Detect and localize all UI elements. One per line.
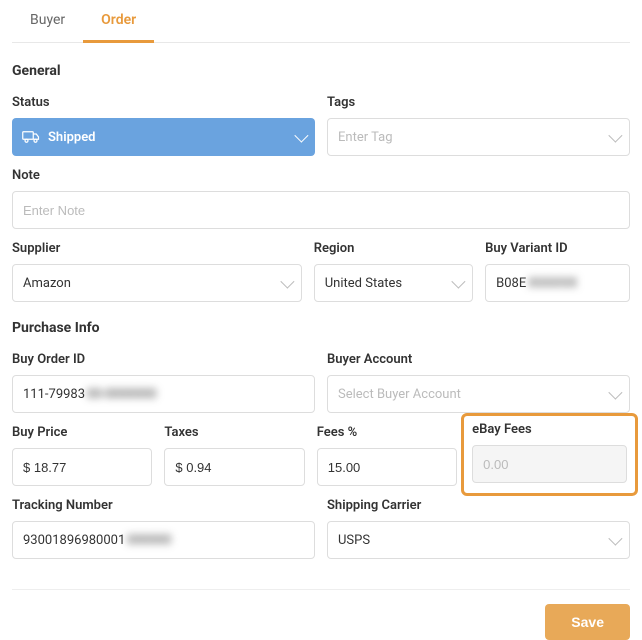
chevron-down-icon bbox=[294, 129, 308, 143]
truck-icon bbox=[22, 130, 40, 144]
footer: Save bbox=[12, 589, 630, 640]
tags-placeholder: Enter Tag bbox=[338, 130, 393, 145]
taxes-input[interactable] bbox=[164, 448, 304, 486]
label-region: Region bbox=[314, 241, 473, 256]
fees-pct-input[interactable] bbox=[317, 448, 457, 486]
label-taxes: Taxes bbox=[164, 425, 304, 440]
chevron-down-icon bbox=[608, 129, 622, 143]
chevron-down-icon bbox=[608, 532, 622, 546]
ebay-fees-input[interactable] bbox=[472, 445, 627, 483]
tab-order[interactable]: Order bbox=[83, 0, 154, 43]
buy-variant-id-prefix: B08E bbox=[496, 276, 526, 291]
status-value: Shipped bbox=[48, 130, 287, 145]
note-input[interactable] bbox=[12, 191, 630, 229]
tabs: Buyer Order bbox=[12, 0, 630, 43]
supplier-value: Amazon bbox=[23, 276, 71, 291]
buy-variant-id-input[interactable]: B08EXXXXXX bbox=[485, 264, 630, 302]
label-supplier: Supplier bbox=[12, 241, 302, 256]
shipping-carrier-value: USPS bbox=[338, 533, 370, 548]
label-ebay-fees: eBay Fees bbox=[472, 422, 627, 437]
buy-price-input[interactable] bbox=[12, 448, 152, 486]
label-buy-variant-id: Buy Variant ID bbox=[485, 241, 630, 256]
label-note: Note bbox=[12, 168, 630, 183]
buyer-account-placeholder: Select Buyer Account bbox=[338, 387, 461, 402]
tracking-number-input[interactable]: 93001896980001000000 bbox=[12, 521, 315, 559]
ebay-fees-highlight: eBay Fees bbox=[461, 413, 638, 496]
tracking-number-prefix: 93001896980001 bbox=[23, 533, 125, 548]
shipping-carrier-select[interactable]: USPS bbox=[327, 521, 630, 559]
save-button[interactable]: Save bbox=[545, 604, 630, 640]
status-select[interactable]: Shipped bbox=[12, 118, 315, 156]
region-select[interactable]: United States bbox=[314, 264, 473, 302]
chevron-down-icon bbox=[608, 386, 622, 400]
tab-buyer[interactable]: Buyer bbox=[12, 0, 83, 42]
label-buy-order-id: Buy Order ID bbox=[12, 352, 315, 367]
buy-order-id-hidden: 00-0000000 bbox=[87, 387, 156, 402]
tags-select[interactable]: Enter Tag bbox=[327, 118, 630, 156]
buy-variant-id-hidden: XXXXXX bbox=[528, 276, 577, 291]
label-fees-pct: Fees % bbox=[317, 425, 457, 440]
buy-order-id-prefix: 111-79983 bbox=[23, 387, 85, 402]
label-tags: Tags bbox=[327, 95, 630, 110]
buy-order-id-input[interactable]: 111-7998300-0000000 bbox=[12, 375, 315, 413]
section-general-title: General bbox=[12, 63, 630, 79]
label-buyer-account: Buyer Account bbox=[327, 352, 630, 367]
section-purchase-title: Purchase Info bbox=[12, 320, 630, 336]
chevron-down-icon bbox=[280, 275, 294, 289]
supplier-select[interactable]: Amazon bbox=[12, 264, 302, 302]
label-shipping-carrier: Shipping Carrier bbox=[327, 498, 630, 513]
label-buy-price: Buy Price bbox=[12, 425, 152, 440]
tracking-number-hidden: 000000 bbox=[127, 533, 171, 548]
buyer-account-select[interactable]: Select Buyer Account bbox=[327, 375, 630, 413]
chevron-down-icon bbox=[451, 275, 465, 289]
region-value: United States bbox=[325, 276, 402, 291]
label-tracking-number: Tracking Number bbox=[12, 498, 315, 513]
label-status: Status bbox=[12, 95, 315, 110]
